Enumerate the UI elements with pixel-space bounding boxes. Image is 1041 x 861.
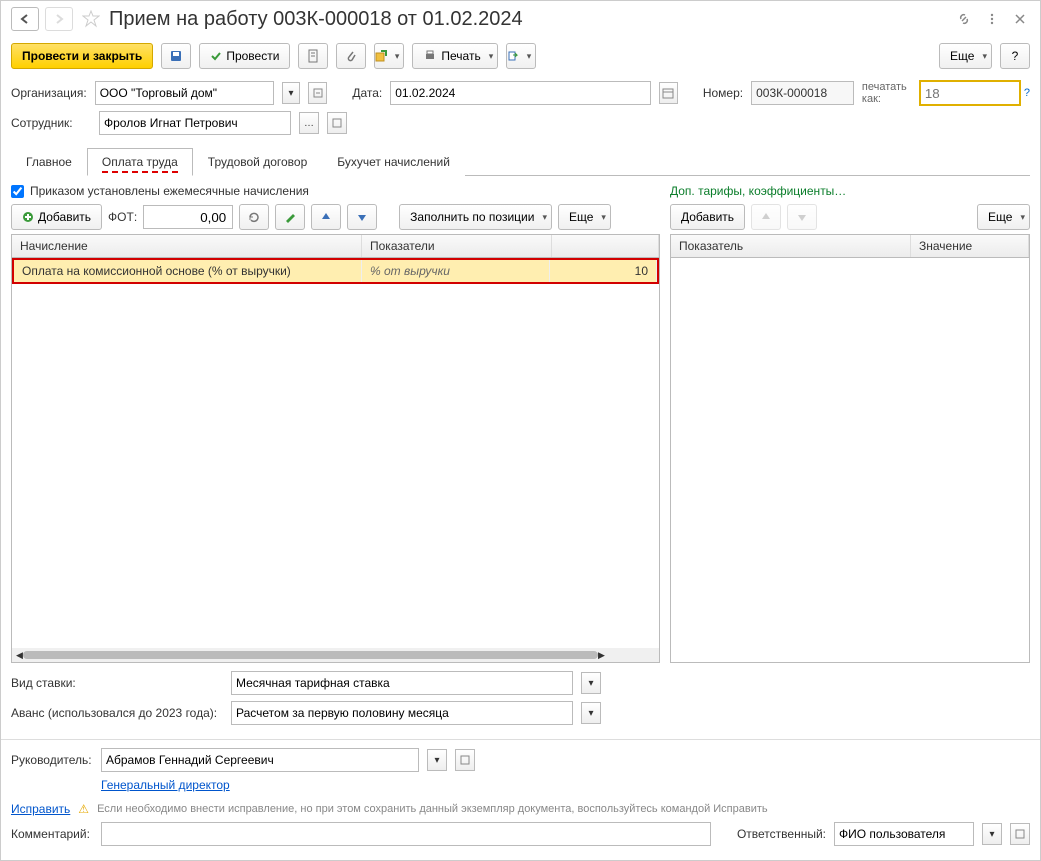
more-button-1[interactable]: Еще	[939, 43, 992, 69]
page-title: Прием на работу 003К-000018 от 01.02.202…	[109, 8, 948, 31]
col-indicators: Показатели	[362, 235, 552, 257]
manager-open[interactable]	[455, 749, 475, 771]
tab-contract[interactable]: Трудовой договор	[193, 148, 322, 176]
manager-position-link[interactable]: Генеральный директор	[101, 778, 230, 792]
add-indicator-button[interactable]: Добавить	[670, 204, 745, 230]
print-as-label: печатать как:	[862, 81, 916, 105]
print-button[interactable]: Печать	[412, 43, 498, 69]
move-up-button[interactable]	[311, 204, 341, 230]
responsible-open[interactable]	[1010, 823, 1030, 845]
col-ind-value: Значение	[911, 235, 1029, 257]
employee-select-button[interactable]: …	[299, 112, 319, 134]
advance-field[interactable]	[231, 701, 573, 725]
fot-input[interactable]	[143, 205, 233, 229]
manager-dropdown[interactable]: ▾	[427, 749, 447, 771]
print-as-input[interactable]	[920, 81, 1020, 105]
add-row-button[interactable]: Добавить	[11, 204, 102, 230]
tab-payment[interactable]: Оплата труда	[87, 148, 193, 176]
close-icon[interactable]	[1010, 9, 1030, 29]
employee-field[interactable]	[99, 111, 291, 135]
create-based-button[interactable]	[374, 43, 404, 69]
advance-label: Аванс (использовался до 2023 года):	[11, 706, 223, 720]
forward-button[interactable]	[45, 7, 73, 31]
indicators-grid: Показатель Значение	[670, 234, 1030, 663]
h-scrollbar[interactable]: ◀ ▶	[12, 648, 659, 662]
employee-open-button[interactable]	[327, 112, 347, 134]
number-label: Номер:	[703, 86, 743, 100]
edit-button[interactable]	[275, 204, 305, 230]
menu-dots-icon[interactable]	[982, 9, 1002, 29]
help-button[interactable]: ?	[1000, 43, 1030, 69]
process-and-close-button[interactable]: Провести и закрыть	[11, 43, 153, 69]
col-value	[552, 235, 659, 257]
extra-tariffs-link[interactable]: Доп. тарифы, коэффициенты…	[670, 184, 846, 198]
fix-message: Если необходимо внести исправление, но п…	[97, 803, 768, 815]
number-field: 003К-000018	[751, 81, 854, 105]
fot-label: ФОТ:	[108, 210, 137, 224]
export-button[interactable]	[506, 43, 536, 69]
move-down-button[interactable]	[347, 204, 377, 230]
manager-label: Руководитель:	[11, 753, 93, 767]
favorite-icon[interactable]	[79, 7, 103, 31]
date-field[interactable]	[390, 81, 651, 105]
document-button[interactable]	[298, 43, 328, 69]
tab-main[interactable]: Главное	[11, 148, 87, 176]
process-button[interactable]: Провести	[199, 43, 290, 69]
refresh-button[interactable]	[239, 204, 269, 230]
advance-dropdown[interactable]: ▾	[581, 702, 601, 724]
manager-field[interactable]	[101, 748, 419, 772]
monthly-accruals-checkbox[interactable]	[11, 185, 24, 198]
attach-button[interactable]	[336, 43, 366, 69]
org-dropdown-button[interactable]: ▾	[282, 82, 301, 104]
responsible-field[interactable]	[834, 822, 974, 846]
print-as-help[interactable]: ?	[1024, 87, 1030, 99]
monthly-accruals-label: Приказом установлены ежемесячные начисле…	[30, 184, 309, 198]
comment-field[interactable]	[101, 822, 711, 846]
fix-link[interactable]: Исправить	[11, 802, 70, 816]
responsible-label: Ответственный:	[737, 827, 826, 841]
org-open-button[interactable]	[308, 82, 327, 104]
rate-type-label: Вид ставки:	[11, 676, 223, 690]
org-field[interactable]	[95, 81, 274, 105]
date-calendar-button[interactable]	[659, 82, 678, 104]
more-button-2[interactable]: Еще	[558, 204, 611, 230]
move-down-2-button[interactable]	[787, 204, 817, 230]
responsible-dropdown[interactable]: ▾	[982, 823, 1002, 845]
tab-accounting[interactable]: Бухучет начислений	[322, 148, 465, 176]
col-indicator: Показатель	[671, 235, 911, 257]
more-button-3[interactable]: Еще	[977, 204, 1030, 230]
org-label: Организация:	[11, 86, 87, 100]
comment-label: Комментарий:	[11, 827, 93, 841]
rate-type-field[interactable]	[231, 671, 573, 695]
accrual-row[interactable]: Оплата на комиссионной основе (% от выру…	[12, 258, 659, 284]
accruals-grid: Начисление Показатели Оплата на комиссио…	[11, 234, 660, 663]
save-button[interactable]	[161, 43, 191, 69]
fill-by-position-button[interactable]: Заполнить по позиции	[399, 204, 552, 230]
warning-icon: ⚠	[78, 802, 89, 816]
move-up-2-button[interactable]	[751, 204, 781, 230]
link-icon[interactable]	[954, 9, 974, 29]
rate-type-dropdown[interactable]: ▾	[581, 672, 601, 694]
back-button[interactable]	[11, 7, 39, 31]
employee-label: Сотрудник:	[11, 116, 91, 130]
col-accrual: Начисление	[12, 235, 362, 257]
date-label: Дата:	[352, 86, 382, 100]
